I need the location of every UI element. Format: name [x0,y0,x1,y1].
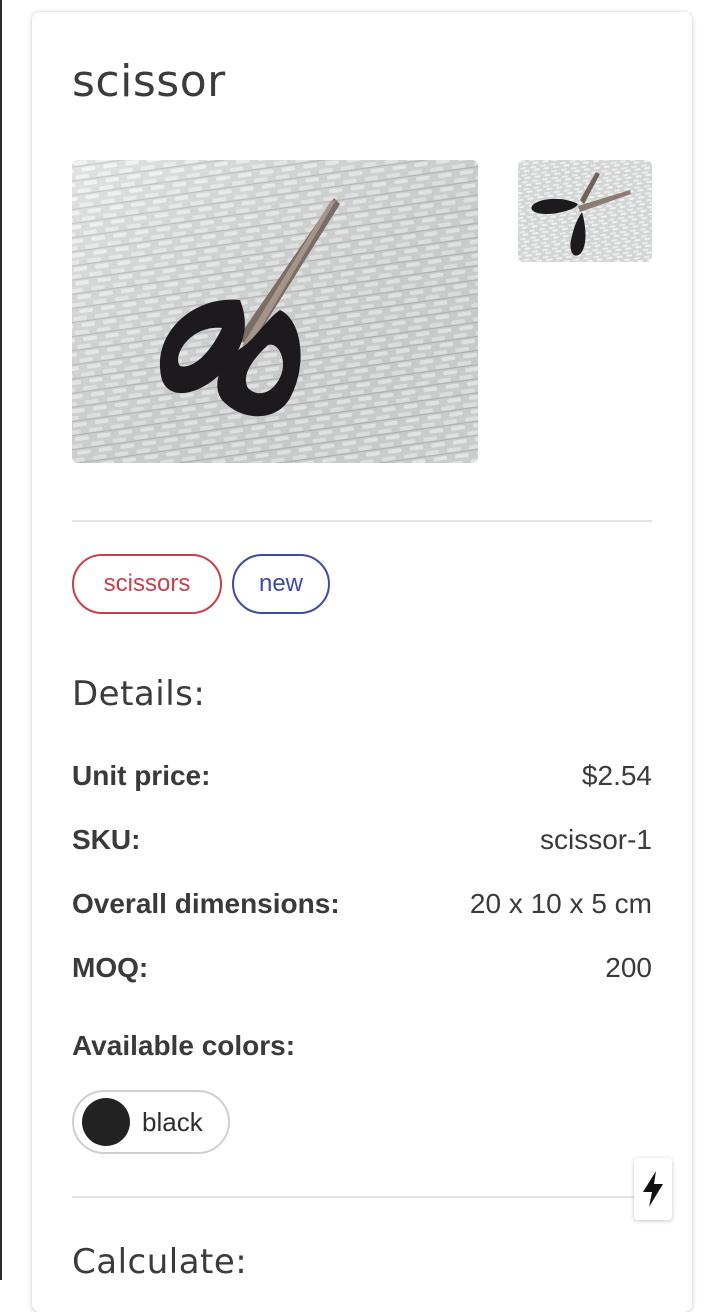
detail-row-unit-price: Unit price: $2.54 [72,756,652,796]
divider [72,1196,652,1198]
tag-new[interactable]: new [232,554,330,614]
detail-label: SKU: [72,824,141,855]
color-swatch [82,1098,130,1146]
window-edge [0,0,2,1280]
scissors-photo [72,160,478,463]
tag-scissors[interactable]: scissors [72,554,222,614]
divider [72,520,652,522]
detail-value: 20 x 10 x 5 cm [469,888,652,919]
available-colors-label: Available colors: [72,1030,296,1061]
detail-value: $2.54 [581,760,652,791]
product-main-image[interactable] [72,160,478,463]
product-thumbnail[interactable] [518,160,652,262]
detail-row-sku: SKU: scissor-1 [72,820,652,860]
detail-value: scissor-1 [539,824,652,855]
tag-label: new [258,570,304,597]
color-option-label: black [142,1106,203,1137]
detail-row-moq: MOQ: 200 [72,948,652,988]
lightning-bolt-icon [643,1171,663,1207]
detail-label: Overall dimensions: [72,888,340,919]
color-option-black[interactable]: black [72,1090,230,1154]
product-card: scissor scissors new Details: Unit price… [32,12,692,1312]
detail-label: MOQ: [72,952,149,983]
calculate-heading: Calculate: [72,1242,248,1282]
product-title: scissor [72,56,226,107]
detail-value: 200 [605,952,652,983]
detail-row-dimensions: Overall dimensions: 20 x 10 x 5 cm [72,884,652,924]
tag-label: scissors [103,570,191,597]
quick-action-button[interactable] [634,1158,672,1220]
scissors-thumbnail [518,160,652,262]
detail-label: Unit price: [72,760,211,791]
details-heading: Details: [72,674,206,714]
